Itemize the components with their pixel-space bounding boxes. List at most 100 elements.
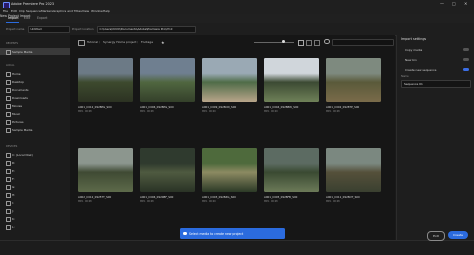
filter-icon[interactable] <box>314 39 320 46</box>
sidebar-item-label: Sample Media <box>12 49 33 54</box>
breadcrumb-item[interactable]: Tutorial <box>87 40 98 44</box>
media-file-name: A001_C006_0928PG_S00 <box>140 105 174 109</box>
breadcrumb-item[interactable]: Footage <box>141 40 153 44</box>
sidebar-item-label: Desktop <box>12 79 24 84</box>
sidebar-item-music[interactable]: Music <box>0 110 70 117</box>
sidebar-item-label: Home <box>12 71 21 76</box>
sidebar-item-sample-media[interactable]: Sample Media <box>0 126 70 133</box>
image-icon <box>6 119 12 125</box>
sidebar-item-downloads[interactable]: Downloads <box>0 94 70 101</box>
exit-button[interactable]: Exit <box>427 231 445 241</box>
sidebar-item-label: Pictures <box>12 119 24 124</box>
recents-heading: RECENTS <box>6 42 19 45</box>
sidebar-item-label: Downloads <box>12 95 28 100</box>
info-icon <box>183 231 187 235</box>
media-thumbnail[interactable] <box>326 148 381 192</box>
search-icon[interactable] <box>324 38 330 45</box>
menu-clip[interactable]: Clip <box>19 9 25 13</box>
media-file-name: A001_C004_0928BW_S00 <box>264 105 299 109</box>
sidebar-item-drive-f[interactable]: F: <box>0 175 70 182</box>
import-settings-panel: Import settings Copy media New bin Creat… <box>396 35 474 240</box>
sidebar-item-drive-c[interactable]: C: (Local Disk) <box>0 151 70 158</box>
sidebar-item-label: Documents <box>12 87 29 92</box>
tab-import[interactable]: Import <box>8 16 19 20</box>
sidebar-item-drive-j[interactable]: J: <box>0 207 70 214</box>
minimize-icon[interactable]: — <box>440 1 444 6</box>
sidebar-item-recent-sample-media[interactable]: Sample Media <box>0 48 70 55</box>
sidebar-item-drive-i[interactable]: I: <box>0 199 70 206</box>
copy-media-toggle[interactable] <box>463 48 469 51</box>
menu-markers[interactable]: Markers <box>41 9 53 13</box>
sidebar-item-home[interactable]: Home <box>0 70 70 77</box>
sidebar-item-pictures[interactable]: Pictures <box>0 118 70 125</box>
media-thumbnail[interactable] <box>264 58 319 102</box>
download-icon <box>6 95 12 101</box>
sidebar-item-movies[interactable]: Movies <box>0 102 70 109</box>
devices-heading: DEVICES <box>6 145 18 148</box>
media-thumbnail[interactable] <box>326 58 381 102</box>
zoom-slider-handle[interactable] <box>282 40 285 43</box>
menu-edit[interactable]: Edit <box>11 9 17 13</box>
sidebar-item-drive-g[interactable]: G: <box>0 183 70 190</box>
music-icon <box>6 111 12 117</box>
sequence-name-input[interactable]: Sequence 01 <box>401 80 471 88</box>
sidebar-item-drive-d[interactable]: D: <box>0 159 70 166</box>
sidebar-item-drive-h[interactable]: H: <box>0 191 70 198</box>
sidebar-item-label: Movies <box>12 103 23 108</box>
folder-icon[interactable] <box>78 39 85 46</box>
footer: Exit Create <box>0 231 474 255</box>
project-name-label: Project name <box>6 27 25 31</box>
create-button[interactable]: Create <box>448 231 468 239</box>
media-thumbnail[interactable] <box>78 148 133 192</box>
menu-view[interactable]: View <box>82 9 89 13</box>
menu-graphics[interactable]: Graphics and Titles <box>53 9 82 13</box>
media-thumbnail[interactable] <box>202 58 257 102</box>
film-icon <box>6 103 12 109</box>
tab-edit[interactable]: Edit <box>24 16 30 20</box>
media-thumbnail[interactable] <box>264 148 319 192</box>
sidebar-item-documents[interactable]: Documents <box>0 86 70 93</box>
menu-sequence[interactable]: Sequence <box>26 9 41 13</box>
media-thumbnail[interactable] <box>202 148 257 192</box>
create-sequence-toggle[interactable] <box>463 68 469 71</box>
grid-view-icon[interactable] <box>298 39 304 46</box>
zoom-slider[interactable] <box>254 41 294 43</box>
sidebar-item-label: L: <box>12 224 15 229</box>
menu-window[interactable]: Window <box>91 9 103 13</box>
menu-file[interactable]: File <box>3 9 8 13</box>
media-file-name: A002_C012_0925TT_S00 <box>78 195 112 199</box>
drive-icon <box>6 192 12 198</box>
media-file-meta: MP4 · 00:08 <box>326 199 340 203</box>
tab-export[interactable]: Export <box>37 16 47 20</box>
media-thumbnail[interactable] <box>140 148 195 192</box>
search-input[interactable] <box>332 38 394 46</box>
home-icon <box>6 71 12 77</box>
media-file-meta: MP4 · 00:09 <box>202 109 216 113</box>
close-icon[interactable]: ✕ <box>464 1 467 6</box>
sidebar-item-drive-k[interactable]: K: <box>0 215 70 222</box>
breadcrumb-item[interactable]: Synergy Home project <box>103 40 136 44</box>
project-name-input[interactable]: Untitled <box>28 26 70 34</box>
sidebar-item-label: Music <box>12 111 21 116</box>
selection-toast: Select media to create new project <box>180 228 285 239</box>
sidebar-item-desktop[interactable]: Desktop <box>0 78 70 85</box>
media-file-meta: MP4 · 00:09 <box>264 109 278 113</box>
sidebar-item-label: Sample Media <box>12 127 33 132</box>
maximize-icon[interactable]: □ <box>452 1 456 6</box>
drive-icon <box>6 216 12 222</box>
new-bin-toggle[interactable] <box>463 58 469 61</box>
media-file-meta: MP4 · 00:08 <box>78 109 92 113</box>
sidebar-item-drive-l[interactable]: L: <box>0 223 70 230</box>
create-sequence-label: Create new sequence <box>405 68 437 72</box>
star-icon[interactable]: ★ <box>161 40 165 45</box>
media-thumbnail[interactable] <box>140 58 195 102</box>
project-location-input[interactable]: C:\Users\XXXX\Documents\Adobe\Premiere P… <box>97 26 196 34</box>
sidebar-item-label: H: <box>12 192 16 197</box>
media-file-meta: MP4 · 00:08 <box>140 109 154 113</box>
sidebar-item-drive-e[interactable]: E: <box>0 167 70 174</box>
menu-help[interactable]: Help <box>103 9 110 13</box>
drive-icon <box>6 208 12 214</box>
list-view-icon[interactable] <box>306 39 312 46</box>
media-file-name: A001_C006_0920BF_S00 <box>140 195 174 199</box>
media-thumbnail[interactable] <box>78 58 133 102</box>
